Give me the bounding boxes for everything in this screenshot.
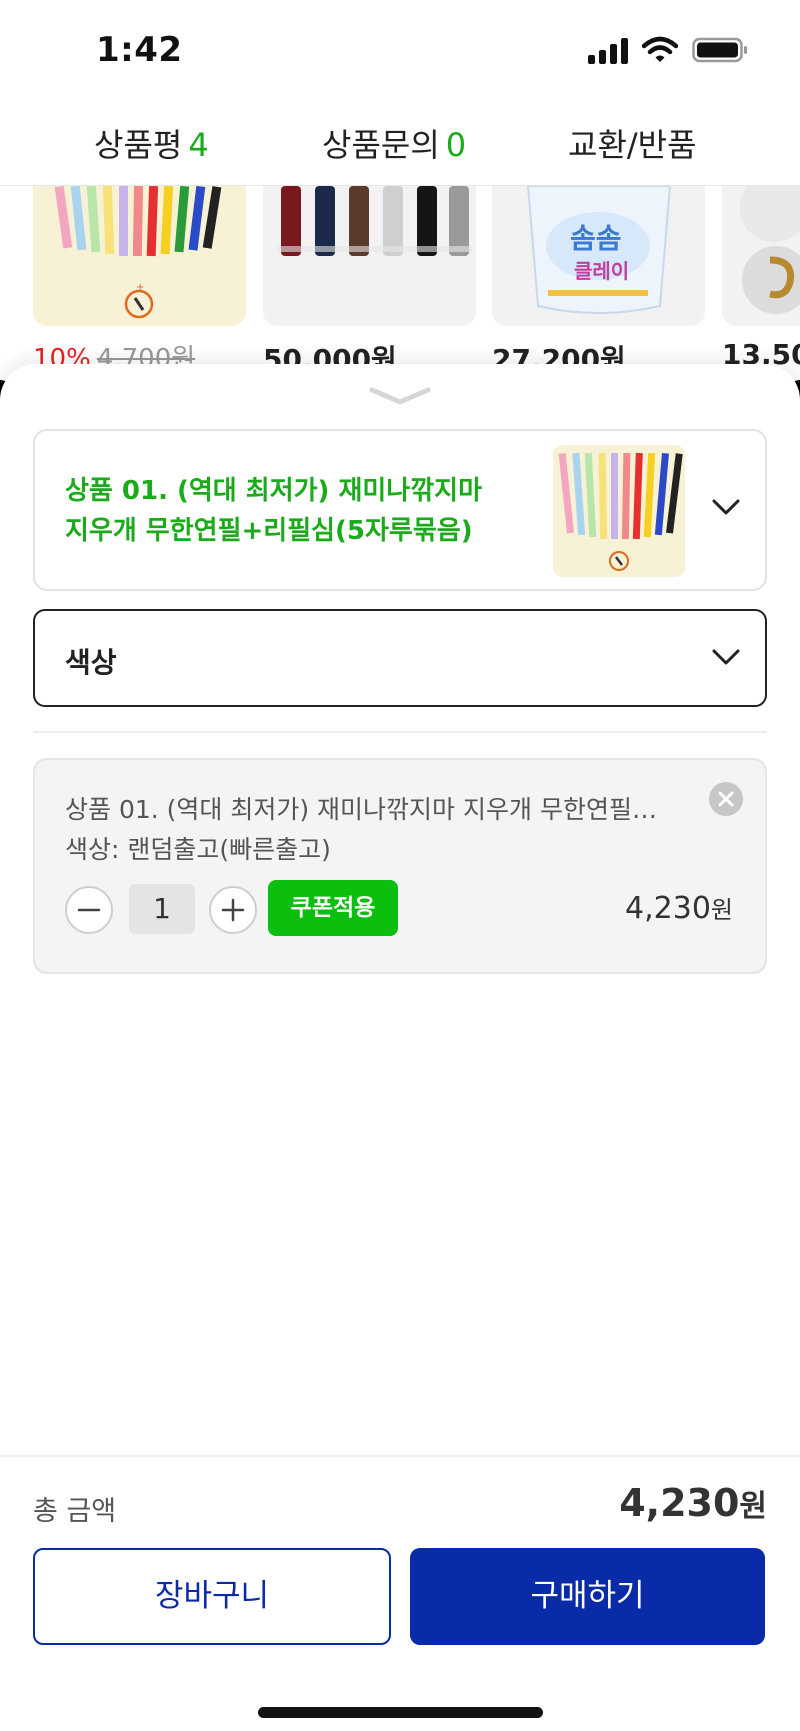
plus-icon [221, 898, 245, 922]
related-product-image[interactable] [263, 186, 476, 326]
cellular-signal-icon [588, 36, 628, 64]
status-bar: 1:42 [0, 0, 800, 100]
pencils-image: + [54, 186, 222, 319]
total-price-unit: 원 [739, 1489, 767, 1524]
svg-text:솜솜: 솜솜 [570, 222, 622, 255]
tab-exchange-label: 교환/반품 [568, 126, 697, 164]
related-price-4: 13,50 [722, 338, 800, 366]
color-option-select[interactable]: 색상 [33, 609, 767, 707]
tab-inquiries[interactable]: 상품문의 0 [322, 120, 466, 166]
related-price-3: 27,200원 [492, 343, 626, 366]
purchase-footer: 총 금액 4,230원 장바구니 구매하기 [0, 1455, 800, 1731]
item-price: 4,230원 [625, 890, 733, 926]
quantity-decrease-button[interactable] [65, 886, 113, 934]
tab-exchange-return[interactable]: 교환/반품 [568, 120, 697, 166]
selected-item-name: 상품 01. (역대 최저가) 재미나깎지마 지우개 무한연필+리필심(5자루묶… [65, 795, 665, 824]
item-price-unit: 원 [710, 896, 733, 924]
svg-text:클레이: 클레이 [574, 259, 629, 283]
status-time: 1:42 [96, 30, 183, 70]
chevron-down-icon [712, 649, 740, 665]
divider [33, 731, 767, 733]
minus-icon [77, 908, 101, 912]
total-price-value: 4,230 [619, 1481, 740, 1525]
selected-item-card: 상품 01. (역대 최저가) 재미나깎지마 지우개 무한연필+리필심(5자루묶… [33, 758, 767, 974]
total-label: 총 금액 [33, 1496, 117, 1527]
tab-reviews-label: 상품평 [94, 126, 183, 164]
product-thumbnail [553, 445, 685, 577]
remove-item-button[interactable] [709, 782, 743, 816]
selected-product-title: 상품 01. (역대 최저가) 재미나깎지마 지우개 무한연필+리필심(5자루묶… [65, 476, 482, 546]
apply-coupon-button[interactable]: 쿠폰적용 [268, 880, 398, 936]
chevron-down-icon [712, 499, 740, 515]
related-price-2: 50,000원 [263, 343, 397, 366]
related-product-image[interactable]: + [33, 186, 246, 326]
clay-tub-image: 솜솜 클레이 [526, 186, 672, 314]
product-option-select[interactable]: 상품 01. (역대 최저가) 재미나깎지마 지우개 무한연필+리필심(5자루묶… [33, 429, 767, 591]
total-price: 4,230원 [619, 1481, 767, 1525]
pens-image [277, 186, 472, 256]
tab-inquiries-count: 0 [445, 126, 467, 164]
tab-inquiries-label: 상품문의 [322, 126, 440, 164]
quantity-increase-button[interactable] [209, 886, 257, 934]
close-icon [718, 791, 734, 807]
buy-now-button[interactable]: 구매하기 [410, 1548, 765, 1645]
discount-rate: 10% [33, 344, 91, 366]
home-indicator [258, 1707, 543, 1718]
battery-icon [692, 37, 747, 63]
detail-tabs: 상품평 4 상품문의 0 교환/반품 [0, 100, 800, 186]
tab-reviews-count: 4 [188, 126, 209, 164]
color-option-label: 색상 [65, 646, 117, 679]
item-price-value: 4,230 [625, 891, 711, 926]
pencils-thumbnail-image [558, 452, 683, 571]
add-to-cart-button[interactable]: 장바구니 [33, 1548, 391, 1645]
related-products: + 솜솜 클레이 10% 4,700원 50,000원 27,200원 13,5 [0, 186, 800, 366]
svg-text:+: + [136, 282, 144, 293]
hook-image [740, 186, 800, 314]
sheet-collapse-handle-icon[interactable] [368, 384, 432, 408]
quantity-value[interactable]: 1 [129, 884, 195, 934]
status-icons [588, 36, 748, 64]
related-price-1: 10% 4,700원 [33, 338, 195, 366]
original-price: 4,700원 [96, 344, 196, 366]
selected-item-option: 색상: 랜덤출고(빠른출고) [65, 835, 331, 864]
related-product-image[interactable]: 솜솜 클레이 [492, 186, 705, 326]
related-product-image[interactable] [722, 186, 800, 326]
tab-reviews[interactable]: 상품평 4 [94, 120, 209, 166]
wifi-icon [642, 36, 678, 62]
